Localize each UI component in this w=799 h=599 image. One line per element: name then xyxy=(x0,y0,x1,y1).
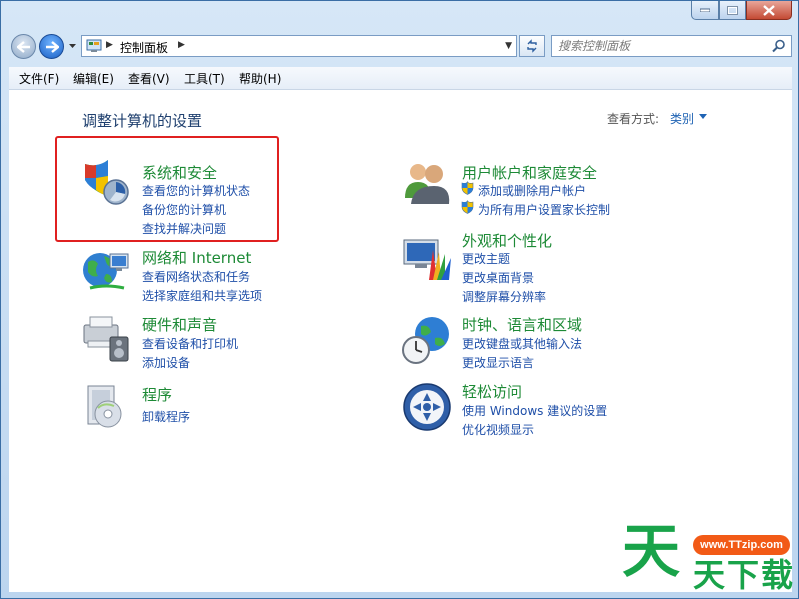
address-bar[interactable]: ▶ 控制面板 ▶ ▼ xyxy=(81,35,517,57)
link-devices-printers[interactable]: 查看设备和打印机 xyxy=(142,335,238,352)
watermark-brand: 天下载 xyxy=(693,556,796,594)
title-bar[interactable] xyxy=(1,1,798,29)
refresh-icon xyxy=(527,39,537,53)
appearance-icon[interactable] xyxy=(401,232,453,284)
link-display-language[interactable]: 更改显示语言 xyxy=(462,354,534,371)
category-network-internet[interactable]: 网络和 Internet xyxy=(142,247,251,268)
breadcrumb-separator-icon[interactable]: ▶ xyxy=(106,40,113,50)
search-icon[interactable] xyxy=(772,39,786,53)
hardware-sound-icon[interactable] xyxy=(80,311,132,363)
recent-pages-dropdown[interactable] xyxy=(68,41,76,51)
control-panel-window: ▶ 控制面板 ▶ ▼ 文件(F) 编辑(E) 查看(V) 工具(T) 帮助(H)… xyxy=(0,0,799,599)
menu-tools[interactable]: 工具(T) xyxy=(184,70,225,87)
view-by-chevron-icon[interactable] xyxy=(699,114,707,119)
category-programs[interactable]: 程序 xyxy=(142,384,172,405)
link-keyboard-input[interactable]: 更改键盘或其他输入法 xyxy=(462,335,582,352)
caption-buttons xyxy=(691,1,792,20)
uac-shield-icon xyxy=(461,181,474,195)
view-by-label: 查看方式: xyxy=(607,112,660,126)
close-icon xyxy=(763,4,775,16)
menu-bar: 文件(F) 编辑(E) 查看(V) 工具(T) 帮助(H) xyxy=(9,67,792,90)
uac-shield-icon xyxy=(461,200,474,214)
menu-view[interactable]: 查看(V) xyxy=(128,70,170,87)
link-parental-controls[interactable]: 为所有用户设置家长控制 xyxy=(478,201,610,218)
search-box[interactable] xyxy=(551,35,792,57)
link-uninstall-program[interactable]: 卸载程序 xyxy=(142,408,190,425)
back-button[interactable] xyxy=(11,34,36,59)
user-accounts-icon[interactable] xyxy=(401,156,453,208)
clock-language-icon[interactable] xyxy=(401,314,453,366)
network-internet-icon[interactable] xyxy=(80,244,132,296)
navigation-bar: ▶ 控制面板 ▶ ▼ xyxy=(1,31,798,63)
close-button[interactable] xyxy=(746,1,792,20)
search-input[interactable] xyxy=(558,38,768,54)
category-hardware-sound[interactable]: 硬件和声音 xyxy=(142,314,217,335)
category-appearance[interactable]: 外观和个性化 xyxy=(462,230,552,251)
highlight-box xyxy=(55,136,279,242)
arrow-right-icon xyxy=(45,40,59,53)
link-homegroup-sharing[interactable]: 选择家庭组和共享选项 xyxy=(142,287,262,304)
page-title: 调整计算机的设置 xyxy=(82,112,203,130)
watermark-url: www.TTzip.com xyxy=(693,535,790,555)
refresh-button[interactable] xyxy=(519,35,545,57)
ease-of-access-icon[interactable] xyxy=(401,381,453,433)
chevron-down-icon xyxy=(68,43,76,48)
menu-help[interactable]: 帮助(H) xyxy=(239,70,281,87)
category-user-accounts[interactable]: 用户帐户和家庭安全 xyxy=(462,162,597,183)
maximize-icon xyxy=(727,5,738,15)
link-windows-recommended-settings[interactable]: 使用 Windows 建议的设置 xyxy=(462,402,607,419)
programs-icon[interactable] xyxy=(80,380,132,432)
watermark-logo: 天 xyxy=(622,517,681,585)
minimize-icon xyxy=(700,8,710,12)
menu-file[interactable]: 文件(F) xyxy=(19,70,59,87)
link-screen-resolution[interactable]: 调整屏幕分辨率 xyxy=(462,288,546,305)
minimize-button[interactable] xyxy=(691,1,719,20)
forward-button[interactable] xyxy=(39,34,64,59)
link-desktop-background[interactable]: 更改桌面背景 xyxy=(462,269,534,286)
link-change-theme[interactable]: 更改主题 xyxy=(462,250,510,267)
arrow-left-icon xyxy=(16,40,30,53)
control-panel-icon xyxy=(86,39,102,52)
link-network-status[interactable]: 查看网络状态和任务 xyxy=(142,268,250,285)
address-history-dropdown[interactable]: ▼ xyxy=(505,41,512,51)
link-add-remove-accounts[interactable]: 添加或删除用户帐户 xyxy=(478,182,586,199)
category-clock-language[interactable]: 时钟、语言和区域 xyxy=(462,314,582,335)
view-by-dropdown[interactable]: 类别 xyxy=(670,110,694,127)
link-optimize-video-display[interactable]: 优化视频显示 xyxy=(462,421,534,438)
link-add-device[interactable]: 添加设备 xyxy=(142,354,190,371)
breadcrumb-control-panel[interactable]: 控制面板 xyxy=(120,39,168,56)
maximize-button[interactable] xyxy=(719,1,746,20)
menu-edit[interactable]: 编辑(E) xyxy=(73,70,114,87)
category-ease-of-access[interactable]: 轻松访问 xyxy=(462,381,522,402)
breadcrumb-separator-icon[interactable]: ▶ xyxy=(178,40,185,50)
